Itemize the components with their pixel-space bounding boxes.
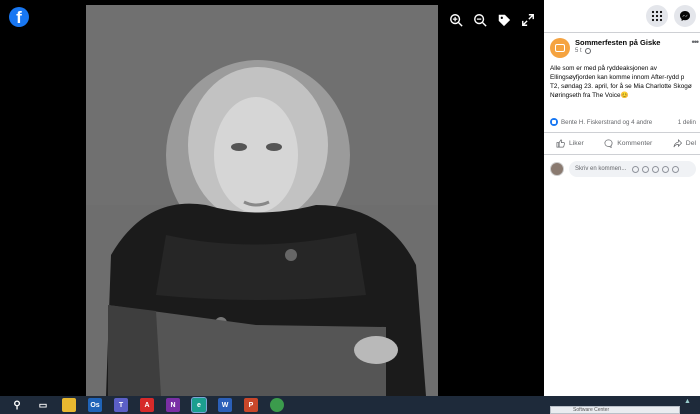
tag-icon[interactable] [496,12,512,28]
tray-arrow-icon[interactable]: ▲ [684,398,696,406]
search-icon[interactable]: ⚲ [10,398,24,412]
page-logo-icon [555,44,565,52]
photo-viewer: f [0,0,544,396]
messenger-icon[interactable] [674,5,696,27]
comment-button[interactable]: Kommenter [604,139,652,148]
onenote-icon[interactable]: N [166,398,180,412]
emoji-icon[interactable] [642,165,650,173]
camera-icon[interactable] [652,165,660,173]
like-reaction-icon [550,118,558,126]
chrome-icon[interactable] [270,398,284,412]
post-text-line: T2, søndag 23. april, for å se Mia Charl… [550,83,692,90]
post-panel: Sommerfesten på Giske 5 t ••• Alle som e… [544,0,700,396]
teams-icon[interactable]: T [114,398,128,412]
share-icon [673,139,682,148]
post-text-line: Nøringseth fra The Voice😊 [550,92,629,99]
zoom-in-icon[interactable] [448,12,464,28]
photo-content [86,5,438,396]
post-meta: 5 t [575,48,660,54]
post-photo[interactable] [86,5,438,396]
post-time[interactable]: 5 t [575,48,582,54]
post-text: Alle som er med på ryddeaksjonen av Elli… [544,58,700,100]
post-text-line: Alle som er med på ryddeaksjonen av [550,65,657,72]
globe-icon [584,48,591,54]
outlook-icon[interactable]: Os [88,398,102,412]
top-bar [544,0,700,32]
comment-input[interactable]: Skriv en kommen... [569,161,696,177]
post-text-line: Ellingsøyfjorden kan komme innom After-r… [550,74,685,81]
facebook-logo-icon[interactable]: f [9,7,29,27]
edge-icon[interactable]: e [191,397,207,413]
notification-toast[interactable]: Software Center [550,406,680,414]
post-header: Sommerfesten på Giske 5 t ••• [544,33,700,58]
post-actions: Liker Kommenter Del [544,132,700,155]
comment-composer: Skriv en kommen... [544,155,700,177]
thumbs-up-icon [556,139,565,148]
grid-menu-icon[interactable] [646,5,668,27]
comment-label: Kommenter [617,140,653,147]
reactions-text: Bente H. Fiskerstrand og 4 andre [561,118,653,126]
powerpoint-icon[interactable]: P [244,398,258,412]
sticker-icon[interactable] [672,165,680,173]
page-name[interactable]: Sommerfesten på Giske [575,38,660,47]
comment-tools [632,165,680,173]
acrobat-icon[interactable]: A [140,398,154,412]
comment-placeholder: Skriv en kommen... [575,166,627,172]
viewer-toolbar [448,12,536,28]
page-avatar[interactable] [550,38,570,58]
word-icon[interactable]: W [218,398,232,412]
reactions-bar: Bente H. Fiskerstrand og 4 andre 1 delin [544,118,700,126]
gif-icon[interactable] [662,165,670,173]
shares-count[interactable]: 1 delin [678,119,696,126]
taskbar: ⚲ ▭ Os T A N e W P Software Center ▲ [0,396,700,414]
like-button[interactable]: Liker [556,139,584,148]
avatar-sticker-icon[interactable] [632,165,640,173]
like-label: Liker [569,140,584,147]
zoom-out-icon[interactable] [472,12,488,28]
comment-icon [604,139,613,148]
post-header-text: Sommerfesten på Giske 5 t [575,38,660,54]
task-view-icon[interactable]: ▭ [36,398,50,412]
share-label: Del [685,140,696,147]
user-avatar[interactable] [550,162,564,176]
more-options-icon[interactable]: ••• [692,37,700,47]
fullscreen-icon[interactable] [520,12,536,28]
screen: f Sommerfesten på Giske 5 t ••• Alle som… [0,0,700,414]
file-explorer-icon[interactable] [62,398,76,412]
reactions-summary[interactable]: Bente H. Fiskerstrand og 4 andre [550,118,652,126]
share-button[interactable]: Del [673,139,696,148]
